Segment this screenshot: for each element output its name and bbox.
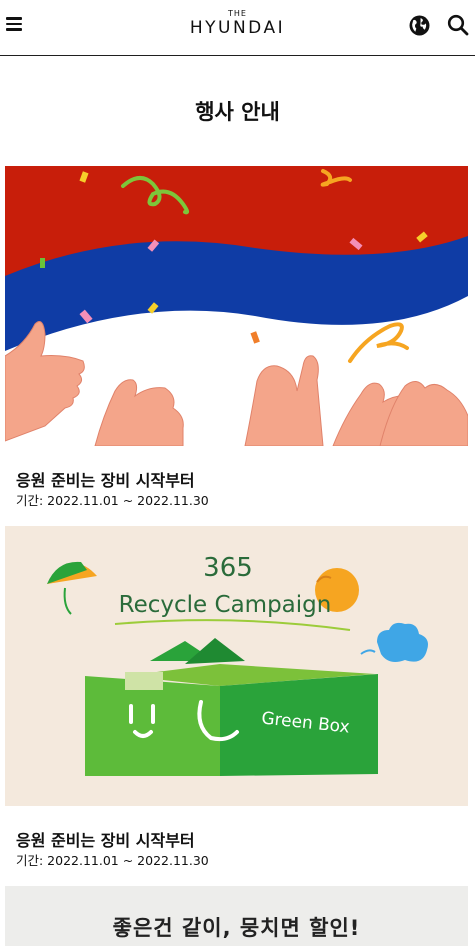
event-card[interactable]: 응원 준비는 장비 시작부터 기간: 2022.11.01 ~ 2022.11.… [5,166,468,508]
logo-small-text: THE [228,9,247,18]
event-banner-image[interactable]: 365 Recycle Campaign Green Box [5,526,468,806]
banner-headline: 좋은건 같이, 뭉치면 할인! [112,916,361,940]
menu-icon[interactable] [6,17,22,31]
event-card[interactable]: 365 Recycle Campaign Green Box 응원 준비는 장비… [5,526,468,868]
logo-main-text: HYUNDAI [189,18,286,38]
page-title: 행사 안내 [195,100,280,124]
event-banner-image[interactable] [5,166,468,446]
logo[interactable]: THE HYUNDAI [180,9,295,38]
event-title[interactable]: 응원 준비는 장비 시작부터 [16,467,195,491]
event-period: 기간: 2022.11.01 ~ 2022.11.30 [16,853,209,868]
campaign-name: Recycle Campaign [119,592,332,618]
search-icon[interactable] [447,14,469,36]
campaign-number: 365 [203,553,253,583]
site-header: THE HYUNDAI [0,0,475,56]
globe-icon[interactable] [409,15,430,36]
event-title[interactable]: 응원 준비는 장비 시작부터 [16,827,195,851]
event-banner-image[interactable]: 좋은건 같이, 뭉치면 할인! [5,886,468,946]
event-period: 기간: 2022.11.01 ~ 2022.11.30 [16,493,209,508]
